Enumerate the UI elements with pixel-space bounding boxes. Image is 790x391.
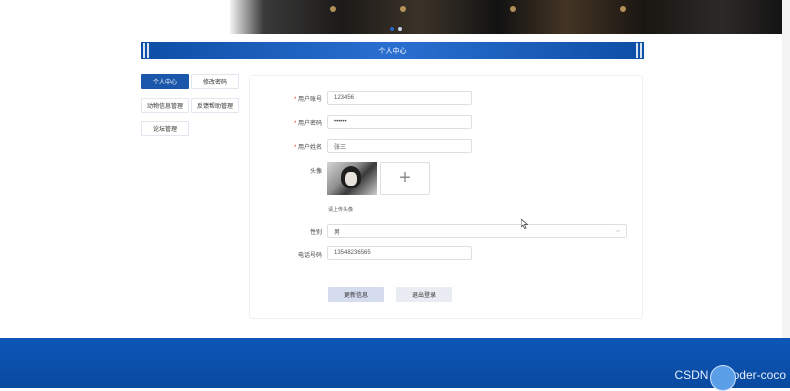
banner-light	[620, 6, 626, 12]
account-label: * 用户账号	[262, 94, 322, 103]
logout-button[interactable]: 退出登录	[396, 287, 452, 302]
banner-image	[230, 0, 790, 34]
password-input[interactable]: ••••••	[327, 115, 472, 129]
password-label: * 用户密码	[262, 118, 322, 127]
upload-avatar-button[interactable]: +	[380, 162, 430, 195]
carousel-dot-1[interactable]	[390, 27, 394, 31]
banner-light	[330, 6, 336, 12]
required-mark: *	[293, 121, 297, 127]
update-info-button[interactable]: 更新信息	[328, 287, 384, 302]
account-input[interactable]: 123456	[327, 91, 472, 105]
required-mark: *	[293, 97, 297, 103]
avatar-label: 头像	[309, 169, 322, 175]
gender-value: 男	[334, 229, 341, 236]
required-mark: *	[293, 145, 297, 151]
gender-label: 性别	[309, 230, 322, 236]
sidebar-item-forum[interactable]: 论坛管理	[141, 121, 189, 136]
carousel-dots	[390, 27, 402, 31]
phone-label: 电话号码	[297, 253, 322, 259]
sidebar-item-animal-info[interactable]: 动物信息管理	[141, 98, 189, 113]
password-label-text: 用户密码	[297, 121, 322, 127]
user-avatar-icon	[710, 365, 736, 391]
carousel-dot-2[interactable]	[398, 27, 402, 31]
profile-form-card	[249, 75, 643, 319]
name-input[interactable]: 张三	[327, 139, 472, 153]
sidebar-item-feedback-help[interactable]: 反馈帮助管理	[191, 98, 239, 113]
upload-hint: 请上传头像	[328, 207, 354, 213]
avatar-face	[345, 172, 357, 186]
title-decoration	[143, 43, 145, 58]
avatar[interactable]	[327, 162, 377, 195]
page-scrollbar[interactable]	[782, 0, 790, 338]
title-decoration	[640, 43, 642, 58]
name-label: * 用户姓名	[262, 142, 322, 151]
phone-input[interactable]: 13548236565	[327, 246, 472, 260]
banner-light	[400, 6, 406, 12]
gender-select[interactable]: 男 ⌵	[327, 224, 627, 238]
page-title: 个人中心	[378, 47, 407, 55]
title-decoration	[636, 43, 638, 58]
banner-light	[510, 6, 516, 12]
banner-carousel	[0, 0, 790, 34]
page-title-bar: 个人中心	[141, 42, 644, 59]
mouse-cursor-icon	[521, 219, 529, 229]
sidebar-item-change-password[interactable]: 修改密码	[191, 74, 239, 89]
chevron-down-icon: ⌵	[615, 228, 620, 234]
sidebar-item-personal-center[interactable]: 个人中心	[141, 74, 189, 89]
title-decoration	[147, 43, 149, 58]
name-label-text: 用户姓名	[297, 145, 322, 151]
plus-icon: +	[399, 167, 411, 189]
account-label-text: 用户账号	[297, 97, 322, 103]
page-footer: CSDN @Coder-coco	[0, 338, 790, 388]
